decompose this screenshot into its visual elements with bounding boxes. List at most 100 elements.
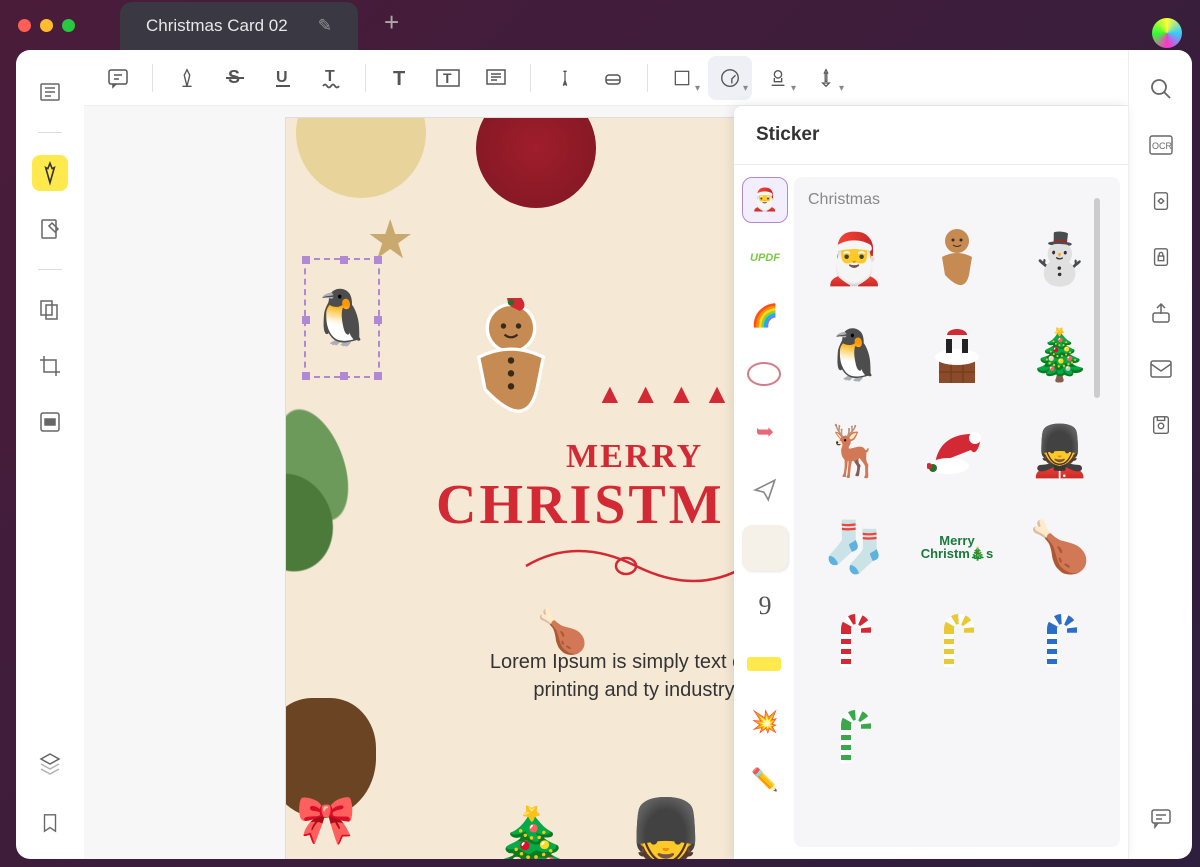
comments-panel-button[interactable] [1144, 801, 1178, 835]
ocr-button[interactable]: OCR [1144, 128, 1178, 162]
resize-handle[interactable] [302, 316, 310, 324]
sticker-santa-hat[interactable] [911, 413, 1004, 489]
new-tab-button[interactable]: + [366, 0, 417, 50]
protect-button[interactable] [1144, 240, 1178, 274]
left-sidebar [16, 50, 84, 859]
gold-ornament-decoration [296, 118, 426, 198]
sticker-stocking[interactable]: 🧦 [808, 509, 901, 585]
search-button[interactable] [1144, 72, 1178, 106]
separator [152, 64, 153, 92]
category-highlight[interactable] [747, 657, 781, 671]
convert-button[interactable] [1144, 184, 1178, 218]
resize-handle[interactable] [302, 256, 310, 264]
resize-handle[interactable] [340, 256, 348, 264]
sticker-category-title: Christmas [808, 191, 1106, 209]
text-callout-button[interactable] [474, 56, 518, 100]
bookmark-button[interactable] [32, 805, 68, 841]
nutcracker-sticker[interactable]: 💂 [616, 794, 716, 859]
resize-handle[interactable] [340, 372, 348, 380]
organize-pages-button[interactable] [32, 292, 68, 328]
resize-handle[interactable] [374, 316, 382, 324]
save-button[interactable] [1144, 408, 1178, 442]
category-pencil[interactable]: ✏️ [742, 757, 788, 803]
eraser-button[interactable] [591, 56, 635, 100]
category-oval[interactable] [747, 362, 781, 386]
sticker-penguin[interactable]: 🐧 [808, 317, 901, 393]
separator [38, 132, 62, 133]
annotate-button[interactable] [32, 155, 68, 191]
category-christmas[interactable]: 🎅 [742, 177, 788, 223]
sticker-gingerbread[interactable] [911, 221, 1004, 297]
category-burst[interactable]: 💥 [742, 699, 788, 745]
sticker-reindeer[interactable]: 🦌 [808, 413, 901, 489]
separator [365, 64, 366, 92]
svg-text:U: U [276, 69, 288, 86]
signature-dropdown[interactable] [804, 56, 848, 100]
text-button[interactable]: T [378, 56, 422, 100]
sticker-merry-christmas[interactable]: MerryChristm🎄s [911, 509, 1004, 585]
category-sticky-note[interactable] [742, 525, 788, 571]
heading-christmas: CHRISTM [436, 473, 725, 537]
category-updf[interactable]: UPDF [742, 235, 788, 281]
sticker-candy-cane-yellow[interactable] [911, 605, 1004, 681]
separator [647, 64, 648, 92]
selected-penguin-sticker[interactable]: 🐧 [304, 258, 380, 378]
pencil-button[interactable] [543, 56, 587, 100]
red-ornament-decoration [476, 118, 596, 208]
sticker-tree[interactable]: 🎄 [1013, 317, 1106, 393]
svg-text:T: T [325, 68, 335, 85]
sticker-candy-cane-red[interactable] [808, 605, 901, 681]
sticker-nutcracker[interactable]: 💂 [1013, 413, 1106, 489]
redact-button[interactable] [32, 404, 68, 440]
gingerbread-sticker[interactable] [456, 298, 566, 438]
resize-handle[interactable] [374, 256, 382, 264]
resize-handle[interactable] [302, 372, 310, 380]
layers-button[interactable] [32, 745, 68, 781]
share-button[interactable] [1144, 296, 1178, 330]
sticker-panel: Sticker 🎅 UPDF 🌈 ➥ 9 💥 ✏️ Christmas [734, 106, 1128, 859]
textbox-button[interactable]: T [426, 56, 470, 100]
sticker-turkey[interactable]: 🍗 [1013, 509, 1106, 585]
category-rainbow[interactable]: 🌈 [742, 293, 788, 339]
user-avatar[interactable] [1152, 18, 1182, 48]
crop-button[interactable] [32, 348, 68, 384]
sticker-chimney[interactable] [911, 317, 1004, 393]
resize-handle[interactable] [374, 372, 382, 380]
leaves-decoration [286, 381, 421, 645]
underline-button[interactable]: U [261, 56, 305, 100]
email-button[interactable] [1144, 352, 1178, 386]
rectangle-dropdown[interactable] [660, 56, 704, 100]
edit-pdf-button[interactable] [32, 211, 68, 247]
tab-title: Christmas Card 02 [146, 16, 288, 36]
highlighter-button[interactable] [165, 56, 209, 100]
scrollbar[interactable] [1094, 198, 1100, 398]
heading-merry: MERRY [566, 438, 703, 476]
sticker-dropdown[interactable] [708, 56, 752, 100]
comment-button[interactable] [96, 56, 140, 100]
maximize-window-icon[interactable] [62, 19, 75, 32]
category-numbers[interactable]: 9 [742, 583, 788, 629]
sticker-candy-cane-green[interactable] [808, 701, 901, 777]
close-window-icon[interactable] [18, 19, 31, 32]
swirl-divider-icon [516, 548, 756, 584]
category-paper-plane[interactable] [742, 467, 788, 513]
window-controls[interactable] [18, 19, 75, 32]
document-tab[interactable]: Christmas Card 02 ✎ [120, 2, 358, 50]
sticker-snowman[interactable]: ⛄ [1013, 221, 1106, 297]
rename-tab-icon[interactable]: ✎ [318, 16, 332, 36]
squiggly-button[interactable]: T [309, 56, 353, 100]
reader-mode-button[interactable] [32, 74, 68, 110]
strikethrough-button[interactable]: S [213, 56, 257, 100]
right-sidebar: OCR [1128, 50, 1192, 859]
sticker-santa[interactable]: 🎅 [808, 221, 901, 297]
stamp-dropdown[interactable] [756, 56, 800, 100]
bow-decoration: 🎀 [296, 791, 356, 848]
minimize-window-icon[interactable] [40, 19, 53, 32]
sticker-candy-cane-blue[interactable] [1013, 605, 1106, 681]
sticker-category-list: 🎅 UPDF 🌈 ➥ 9 💥 ✏️ [734, 165, 794, 859]
svg-text:T: T [443, 70, 452, 86]
separator [530, 64, 531, 92]
annotation-toolbar: S U T T T [84, 50, 1128, 106]
tree-sticker[interactable]: 🎄 [476, 803, 588, 859]
category-arrow[interactable]: ➥ [742, 409, 788, 455]
